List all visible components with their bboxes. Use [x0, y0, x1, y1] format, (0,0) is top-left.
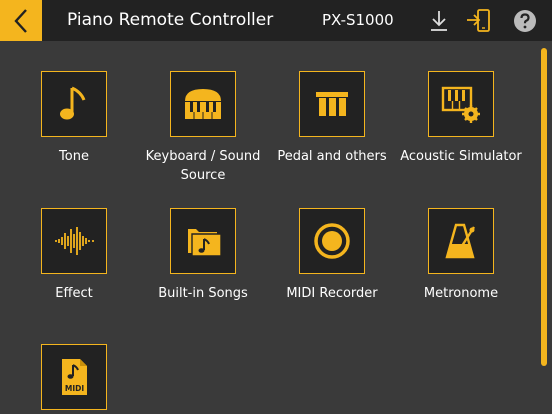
metronome-tile[interactable] [428, 208, 494, 274]
pedal-label: Pedal and others [277, 149, 387, 164]
music-note-icon [60, 86, 86, 120]
help-button[interactable] [512, 8, 538, 34]
help-icon [514, 10, 536, 32]
record-icon [314, 223, 350, 259]
acoustic-simulator-tile[interactable] [428, 71, 494, 137]
keyboard-gear-icon [441, 86, 480, 123]
waveform-icon [55, 227, 94, 255]
midi-recorder-label: MIDI Recorder [286, 286, 378, 301]
connect-device-icon [467, 9, 490, 32]
metronome-icon [445, 223, 476, 259]
built-in-songs-label: Built-in Songs [158, 286, 248, 301]
effect-tile[interactable] [41, 208, 107, 274]
model-name: PX-S1000 [322, 11, 394, 29]
download-button[interactable] [426, 8, 452, 34]
keyboard-sound-source-label: Keyboard / Sound Source [145, 149, 261, 183]
acoustic-simulator-label: Acoustic Simulator [400, 149, 522, 164]
chevron-left-icon [14, 8, 27, 33]
midi-file-tile[interactable]: MIDI [41, 344, 107, 410]
pedal-tile[interactable] [299, 71, 365, 137]
built-in-songs-tile[interactable] [170, 208, 236, 274]
connect-button[interactable] [466, 8, 492, 34]
app-title: Piano Remote Controller [67, 10, 274, 30]
keyboard-sound-source-tile[interactable] [170, 71, 236, 137]
effect-label: Effect [55, 286, 93, 301]
midi-recorder-tile[interactable] [299, 208, 365, 274]
back-button[interactable] [0, 0, 42, 41]
midi-badge-text: MIDI [65, 384, 84, 393]
tone-label: Tone [59, 149, 89, 164]
scrollbar[interactable] [541, 48, 547, 366]
download-icon [431, 11, 447, 31]
midi-file-icon: MIDI [62, 359, 87, 395]
metronome-label: Metronome [423, 286, 499, 301]
piano-keyboard-icon [185, 89, 221, 119]
tone-tile[interactable] [41, 71, 107, 137]
top-bar: Piano Remote Controller PX-S1000 [0, 0, 552, 41]
pedal-icon [316, 92, 348, 116]
song-folder-icon [188, 229, 222, 257]
